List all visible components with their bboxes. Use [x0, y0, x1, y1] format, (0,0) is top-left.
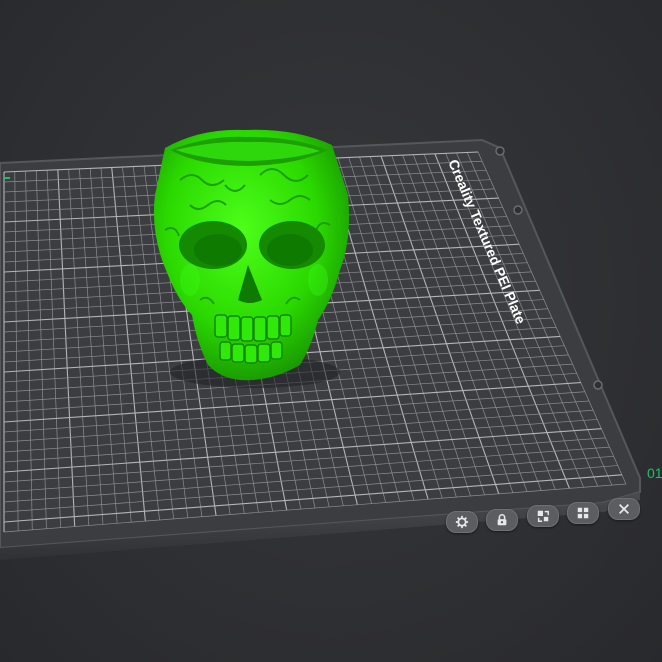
plate-arrange-button[interactable]: [527, 505, 559, 527]
close-icon: [619, 504, 629, 514]
plate-notch: [495, 146, 505, 156]
plate-layout-button[interactable]: [567, 502, 599, 524]
plate-notch: [593, 380, 603, 390]
arrange-icon: [537, 510, 549, 522]
lock-icon: [497, 514, 507, 526]
grid-icon: [577, 507, 589, 519]
plate-lock-button[interactable]: [486, 509, 518, 531]
gear-icon: [455, 515, 469, 529]
3d-viewport[interactable]: Creality Textured PEI Plate 01: [0, 0, 662, 662]
plate-remove-button[interactable]: [608, 498, 640, 520]
plate-index: 01: [647, 465, 662, 481]
build-plate-scene[interactable]: Creality Textured PEI Plate 01: [0, 0, 662, 662]
plate-notch: [513, 205, 523, 215]
plate-settings-button[interactable]: [446, 511, 478, 533]
